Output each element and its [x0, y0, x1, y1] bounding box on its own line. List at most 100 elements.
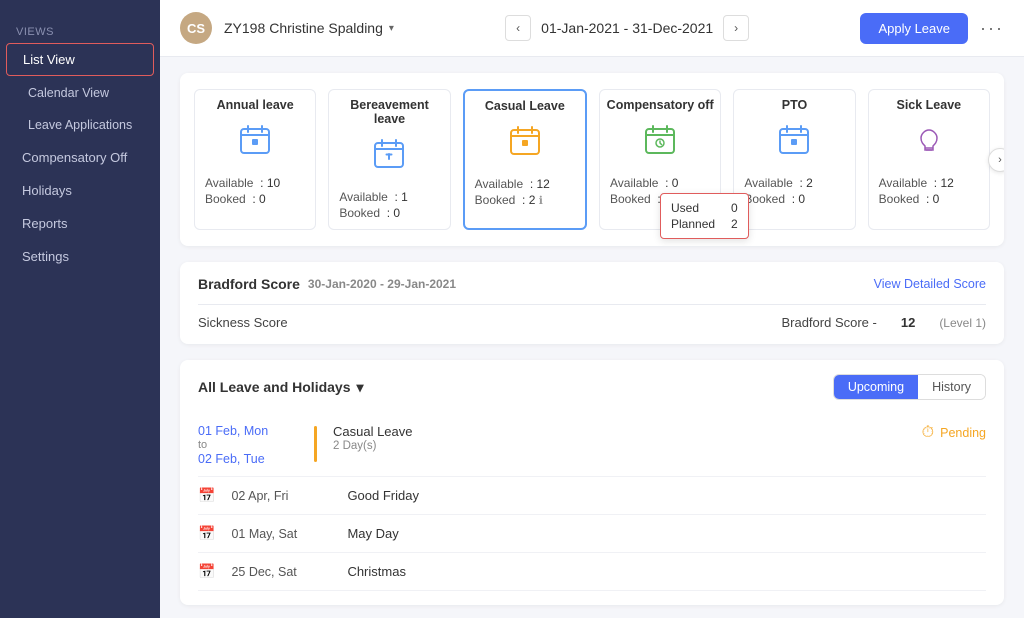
- leave-entry-casual: 01 Feb, Mon to 02 Feb, Tue Casual Leave …: [198, 414, 986, 477]
- sick-icon: [911, 122, 947, 165]
- leave-start-date: 01 Feb, Mon: [198, 424, 298, 438]
- all-leave-dropdown-icon: ▾: [357, 379, 364, 396]
- holiday-calendar-icon: 📅: [198, 487, 215, 504]
- good-friday-name: Good Friday: [347, 488, 419, 503]
- sidebar-item-settings[interactable]: Settings: [6, 241, 154, 272]
- bradford-section: Bradford Score 30-Jan-2020 - 29-Jan-2021…: [180, 262, 1004, 344]
- christmas-name: Christmas: [347, 564, 406, 579]
- bereavement-title: Bereavement leave: [335, 98, 443, 126]
- casual-leave-tooltip: Used 0 Planned 2: [660, 193, 749, 239]
- sick-available: Available : 12: [875, 175, 983, 191]
- sidebar-item-holidays[interactable]: Holidays: [6, 175, 154, 206]
- bradford-scores-row: Sickness Score Bradford Score - 12 (Leve…: [198, 315, 986, 330]
- casual-icon: [507, 123, 543, 166]
- holiday-calendar-icon-3: 📅: [198, 563, 215, 580]
- date-range-label: 01-Jan-2021 - 31-Dec-2021: [541, 20, 713, 36]
- may-day-name: May Day: [347, 526, 398, 541]
- pto-available: Available : 2: [740, 175, 848, 191]
- tooltip-planned-row: Planned 2: [671, 216, 738, 232]
- leave-type-name: Casual Leave: [333, 424, 906, 439]
- avatar: CS: [180, 12, 212, 44]
- date-navigator: ‹ 01-Jan-2021 - 31-Dec-2021 ›: [505, 15, 749, 41]
- comp-available: Available : 0: [606, 175, 714, 191]
- may-day-date: 01 May, Sat: [231, 527, 331, 541]
- annual-booked: Booked : 0: [201, 191, 309, 207]
- next-date-button[interactable]: ›: [723, 15, 749, 41]
- user-code: ZY198: [224, 20, 265, 36]
- content-area: Annual leave Available : 10 Booked : 0 B…: [160, 57, 1024, 618]
- casual-title: Casual Leave: [485, 99, 565, 113]
- tooltip-used-row: Used 0: [671, 200, 738, 216]
- sick-booked: Booked : 0: [875, 191, 983, 207]
- pending-label: Pending: [940, 426, 986, 440]
- leave-card-sick: Sick Leave Available : 12 Booked : 0: [868, 89, 990, 230]
- sidebar-item-reports[interactable]: Reports: [6, 208, 154, 239]
- leave-card-pto: PTO Available : 2 Booked : 0: [733, 89, 855, 230]
- bradford-header: Bradford Score 30-Jan-2020 - 29-Jan-2021…: [198, 276, 986, 292]
- tooltip-used-value: 0: [731, 201, 738, 215]
- comp-title: Compensatory off: [607, 98, 714, 112]
- bradford-score-label: Bradford Score -: [781, 315, 876, 330]
- leave-bar-indicator: [314, 426, 317, 462]
- bradford-title: Bradford Score 30-Jan-2020 - 29-Jan-2021: [198, 276, 456, 292]
- tooltip-planned-value: 2: [731, 217, 738, 231]
- bradford-date-range: 30-Jan-2020 - 29-Jan-2021: [308, 277, 456, 291]
- annual-leave-icon: [237, 122, 273, 165]
- bradford-score-value: 12: [901, 315, 915, 330]
- casual-available: Available : 12: [471, 176, 579, 192]
- leave-entry-dates: 01 Feb, Mon to 02 Feb, Tue: [198, 424, 298, 466]
- leave-card-casual: Casual Leave Available : 12 Booked : 2 ℹ: [463, 89, 587, 230]
- good-friday-date: 02 Apr, Fri: [231, 489, 331, 503]
- holiday-may-day: 📅 01 May, Sat May Day: [198, 515, 986, 553]
- upcoming-history-tabs: Upcoming History: [833, 374, 986, 400]
- sidebar-item-calendar-view[interactable]: Calendar View: [6, 78, 154, 108]
- divider: [198, 304, 986, 305]
- leave-card-annual: Annual leave Available : 10 Booked : 0: [194, 89, 316, 230]
- bereavement-booked: Booked : 0: [335, 205, 443, 221]
- annual-available: Available : 10: [201, 175, 309, 191]
- user-name: Christine Spalding: [269, 20, 383, 36]
- sick-title: Sick Leave: [896, 98, 961, 112]
- tab-upcoming[interactable]: Upcoming: [834, 375, 918, 399]
- sidebar-views-label: Views: [0, 12, 160, 42]
- pto-icon: [776, 122, 812, 165]
- bradford-level: (Level 1): [939, 316, 986, 330]
- leave-to-text: to: [198, 439, 298, 451]
- pto-booked: Booked : 0: [740, 191, 848, 207]
- tooltip-planned-label: Planned: [671, 217, 715, 231]
- tooltip-used-label: Used: [671, 201, 699, 215]
- apply-leave-button[interactable]: Apply Leave: [860, 13, 968, 44]
- casual-info-icon[interactable]: ℹ: [539, 195, 543, 207]
- prev-date-button[interactable]: ‹: [505, 15, 531, 41]
- christmas-date: 25 Dec, Sat: [231, 565, 331, 579]
- bereavement-icon: [371, 136, 407, 179]
- leave-end-date: 02 Feb, Tue: [198, 452, 298, 466]
- bereavement-available: Available : 1: [335, 189, 443, 205]
- tab-history[interactable]: History: [918, 375, 985, 399]
- holiday-calendar-icon-2: 📅: [198, 525, 215, 542]
- pending-icon: ⏱: [922, 424, 934, 442]
- header: CS ZY198 Christine Spalding ▾ ‹ 01-Jan-2…: [160, 0, 1024, 57]
- comp-icon: [642, 122, 678, 165]
- leave-days: 2 Day(s): [333, 440, 906, 452]
- annual-leave-title: Annual leave: [217, 98, 294, 112]
- leave-status: ⏱ Pending: [922, 424, 986, 442]
- main-content: CS ZY198 Christine Spalding ▾ ‹ 01-Jan-2…: [160, 0, 1024, 618]
- holiday-christmas: 📅 25 Dec, Sat Christmas: [198, 553, 986, 591]
- leave-list-section: All Leave and Holidays ▾ Upcoming Histor…: [180, 360, 1004, 605]
- view-detailed-score-link[interactable]: View Detailed Score: [874, 277, 986, 291]
- leave-cards-container: Annual leave Available : 10 Booked : 0 B…: [180, 73, 1004, 246]
- leave-list-header: All Leave and Holidays ▾ Upcoming Histor…: [198, 374, 986, 400]
- casual-booked: Booked : 2 ℹ: [471, 192, 579, 208]
- more-options-button[interactable]: ···: [980, 18, 1004, 39]
- all-leave-title[interactable]: All Leave and Holidays ▾: [198, 379, 364, 396]
- sickness-score-label: Sickness Score: [198, 315, 288, 330]
- sidebar-item-list-view[interactable]: List View: [6, 43, 154, 76]
- scroll-right-button[interactable]: ›: [988, 148, 1004, 172]
- sidebar-item-compensatory-off[interactable]: Compensatory Off: [6, 142, 154, 173]
- user-selector[interactable]: ZY198 Christine Spalding ▾: [224, 20, 394, 36]
- leave-card-bereavement: Bereavement leave Available : 1 Booked :…: [328, 89, 450, 230]
- leave-entry-info: Casual Leave 2 Day(s): [333, 424, 906, 452]
- user-dropdown-icon: ▾: [389, 23, 394, 34]
- sidebar-item-leave-applications[interactable]: Leave Applications: [6, 110, 154, 140]
